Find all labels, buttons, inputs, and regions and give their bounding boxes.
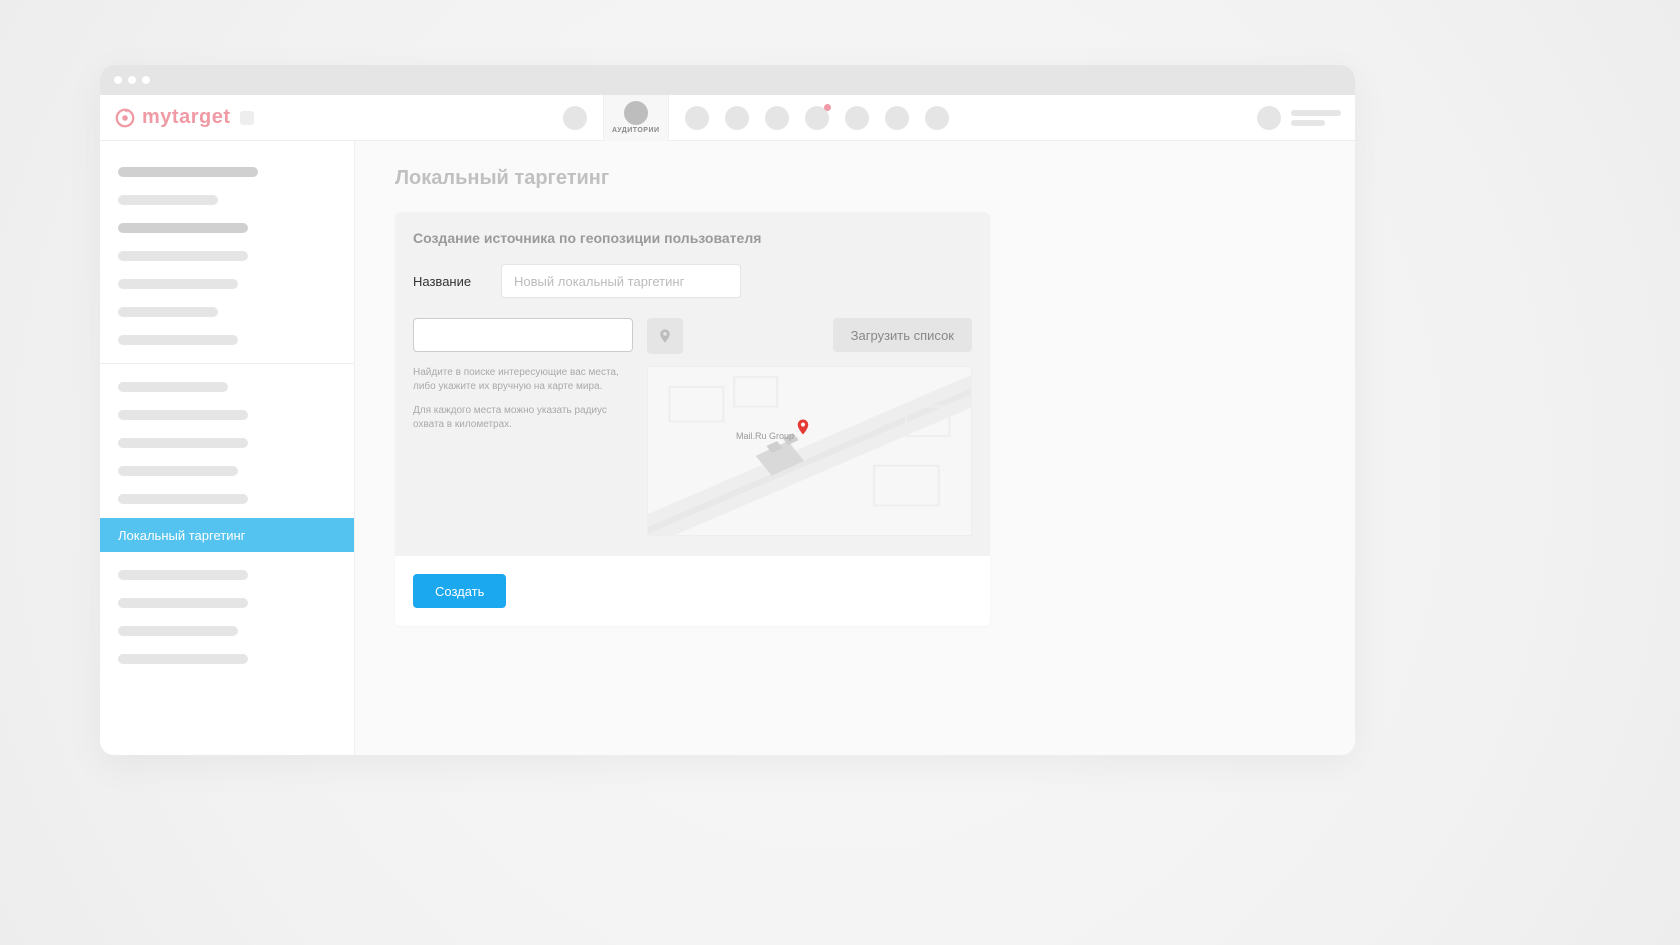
sidebar-item[interactable] [118,438,248,448]
sidebar-item[interactable] [118,167,258,177]
map-preview[interactable]: Mail.Ru Group [647,366,972,536]
nav-item-audiences[interactable]: АУДИТОРИИ [603,95,669,141]
map-pin-button[interactable] [647,318,683,354]
nav-item-6[interactable] [805,106,829,130]
browser-chrome [100,65,1355,95]
name-input[interactable] [501,264,741,298]
create-panel: Создание источника по геопозиции пользов… [395,212,990,626]
window-close-dot[interactable] [114,76,122,84]
brand-logo[interactable]: mytarget [114,106,254,129]
browser-window: mytarget АУДИТОРИИ [100,65,1355,755]
sidebar-item[interactable] [118,223,248,233]
sidebar-item[interactable] [118,570,248,580]
map-bg [648,367,971,535]
nav-item-1[interactable] [563,106,587,130]
sidebar-item[interactable] [118,307,218,317]
sidebar-item[interactable] [118,654,248,664]
sidebar-item[interactable] [118,410,248,420]
name-label: Название [413,274,473,289]
pin-icon [657,326,673,346]
nav-item-3[interactable] [685,106,709,130]
user-sub-placeholder [1291,120,1325,126]
nav-item-7[interactable] [845,106,869,130]
nav-item-8[interactable] [885,106,909,130]
help-text: Найдите в поиске интересующие вас места,… [413,366,633,536]
panel-subtitle: Создание источника по геопозиции пользов… [413,230,972,246]
nav-item-4[interactable] [725,106,749,130]
geo-search-input[interactable] [413,318,633,352]
sidebar-item[interactable] [118,195,218,205]
sidebar-item[interactable] [118,251,248,261]
user-name-placeholder [1291,110,1341,116]
sidebar-item[interactable] [118,382,228,392]
page-title: Локальный таргетинг [395,167,1315,190]
window-min-dot[interactable] [128,76,136,84]
sidebar-item[interactable] [118,279,238,289]
sidebar-item[interactable] [118,335,238,345]
brand-badge [240,111,254,125]
sidebar-item[interactable] [118,466,238,476]
create-button[interactable]: Создать [413,574,506,608]
brand-name: mytarget [142,106,230,129]
main-content: Локальный таргетинг Создание источника п… [355,141,1355,755]
sidebar: Локальный таргетинг [100,141,355,755]
sidebar-item[interactable] [118,626,238,636]
nav-item-9[interactable] [925,106,949,130]
map-poi-label: Mail.Ru Group [736,431,794,441]
target-icon [114,107,136,129]
sidebar-item-local-targeting[interactable]: Локальный таргетинг [100,518,354,552]
user-menu[interactable] [1257,106,1341,130]
sidebar-item[interactable] [118,598,248,608]
upload-list-button[interactable]: Загрузить список [833,318,972,352]
top-nav: mytarget АУДИТОРИИ [100,95,1355,141]
sidebar-active-label: Локальный таргетинг [118,528,245,543]
nav-item-5[interactable] [765,106,789,130]
sidebar-item[interactable] [118,494,248,504]
nav-active-label: АУДИТОРИИ [612,127,660,134]
avatar [1257,106,1281,130]
map-pin-icon [794,415,812,444]
window-max-dot[interactable] [142,76,150,84]
